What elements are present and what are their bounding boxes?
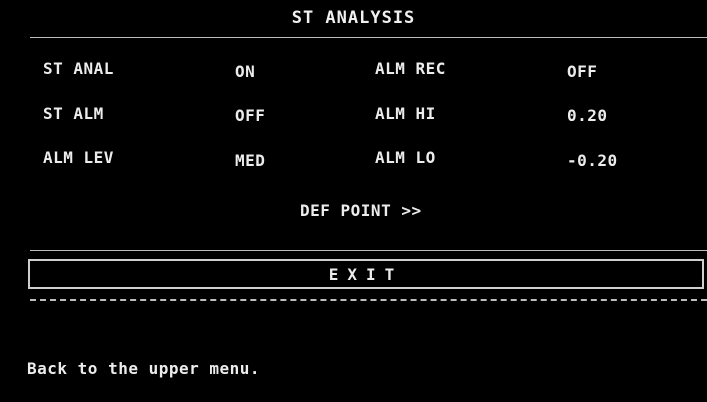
exit-button[interactable]: EXIT	[28, 259, 704, 289]
st-alm-value[interactable]: OFF	[235, 106, 265, 125]
menu-title: ST ANALYSIS	[291, 8, 416, 28]
alm-lo-label: ALM LO	[375, 148, 436, 167]
alm-hi-label: ALM HI	[375, 104, 436, 123]
alm-rec-label: ALM REC	[375, 59, 446, 78]
def-point-button[interactable]: DEF POINT >>	[300, 201, 422, 220]
st-anal-label: ST ANAL	[43, 59, 114, 78]
st-analysis-screen: ST ANALYSIS ST ANAL ON ALM REC OFF ST AL…	[0, 0, 707, 402]
st-anal-value[interactable]: ON	[235, 62, 255, 81]
title-divider	[30, 37, 707, 38]
section-divider	[30, 250, 707, 251]
alm-lev-label: ALM LEV	[43, 148, 114, 167]
help-text: Back to the upper menu.	[27, 359, 261, 378]
alm-hi-value[interactable]: 0.20	[567, 106, 608, 125]
dashed-divider	[30, 299, 707, 301]
alm-lev-value[interactable]: MED	[235, 151, 265, 170]
alm-lo-value[interactable]: -0.20	[567, 151, 618, 170]
exit-label: EXIT	[328, 264, 404, 284]
alm-rec-value[interactable]: OFF	[567, 62, 597, 81]
st-alm-label: ST ALM	[43, 104, 104, 123]
